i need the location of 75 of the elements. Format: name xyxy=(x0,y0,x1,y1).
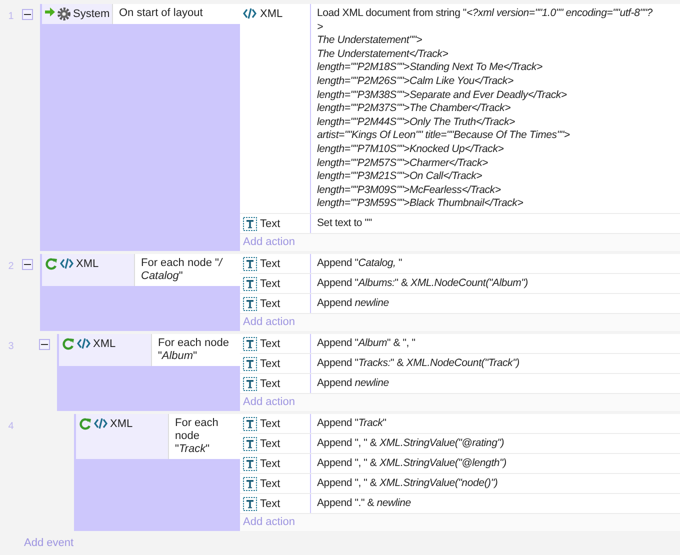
action-row[interactable]: Text Append "Albums:" & XML.NodeCount("Album") xyxy=(240,274,680,294)
action-row[interactable]: Text Append "Tracks:" & XML.NodeCount("Track") xyxy=(240,354,680,374)
action-text: Append "Tracks:" & XML.NodeCount("Track") xyxy=(310,354,680,373)
text-object-icon xyxy=(243,216,257,231)
line-number: 3 xyxy=(7,340,15,354)
object-name: Text xyxy=(260,456,280,471)
action-text: Set text to "" xyxy=(310,214,680,233)
object-name: System xyxy=(73,7,110,21)
arrow-icon xyxy=(45,7,55,17)
line-number: 1 xyxy=(7,10,15,24)
condition-text: On start of layout xyxy=(112,4,240,24)
text-object-icon xyxy=(243,436,257,451)
action-text: Append ", " & XML.StringValue("node()") xyxy=(310,474,680,493)
code-tag-icon xyxy=(60,256,74,270)
object-name: Text xyxy=(260,376,280,391)
code-tag-icon xyxy=(94,416,108,430)
object-name: Text xyxy=(260,436,280,451)
loop-icon xyxy=(62,336,75,350)
text-object-icon xyxy=(243,476,257,491)
action-text: Append "Catalog, " xyxy=(310,254,680,273)
action-row[interactable]: Text Append newline xyxy=(240,294,680,314)
action-row[interactable]: Text Append "Catalog, " xyxy=(240,254,680,274)
action-text: Append newline xyxy=(310,294,680,313)
action-text: Append newline xyxy=(310,374,680,393)
action-text: Append "Album" & ", " xyxy=(310,334,680,353)
action-row[interactable]: Text Append "." & newline xyxy=(240,494,680,514)
object-name: XML xyxy=(76,256,99,271)
text-object-icon xyxy=(243,276,257,291)
action-text: Append "Albums:" & XML.NodeCount("Album") xyxy=(310,274,680,293)
text-object-icon xyxy=(243,256,257,271)
object-name: XML xyxy=(110,416,133,431)
object-name: Text xyxy=(260,356,280,371)
object-name: Text xyxy=(260,276,280,291)
text-object-icon xyxy=(243,376,257,391)
action-row[interactable]: Text Append "Track" xyxy=(240,414,680,434)
text-object-icon xyxy=(243,416,257,431)
action-row[interactable]: Text Append ", " & XML.StringValue("node()") xyxy=(240,474,680,494)
object-name: Text xyxy=(260,216,280,231)
object-name: Text xyxy=(260,336,280,351)
action-text: Append "." & newline xyxy=(310,494,680,513)
action-row[interactable]: Text Append "Album" & ", " xyxy=(240,334,680,354)
gear-icon xyxy=(57,7,71,21)
action-text: Load XML document from string "<?xml version=""1.0"" encoding=""utf-8""? > The Understatement""> The Understatement</Track> length=""P2M18S"">Standing Next To Me</Track> length=""P2M26S"">Calm Like You</Track> length=""P3M38S"">Separate and Ever Deadly</Track> length=""P2M37S"">The Chamber</Track> length=""P2M44S"">Only The Truth</Track> artist=""Kings Of Leon"" title=""Because Of The Times""> length=""P7M10S"">Knocked Up</Track> length=""P2M57S"">Charmer</Track> length=""P3M21S"">On Call</Track> length=""P3M09S"">McFearless</Track> length=""P3M59S"">Black Thumbnail</Track> xyxy=(310,4,680,213)
action-row[interactable]: Text Append newline xyxy=(240,374,680,394)
object-name: XML xyxy=(260,7,283,21)
collapse-toggle[interactable] xyxy=(22,258,33,270)
collapse-toggle[interactable] xyxy=(39,338,50,350)
object-name: Text xyxy=(260,256,280,271)
text-object-icon xyxy=(243,496,257,511)
action-row[interactable]: Text Append ", " & XML.StringValue("@length") xyxy=(240,454,680,474)
text-object-icon xyxy=(243,336,257,351)
condition-text: For each node "Album" xyxy=(151,334,240,366)
loop-icon xyxy=(45,256,58,270)
object-name: Text xyxy=(260,476,280,491)
line-number: 4 xyxy=(7,420,15,434)
object-name: Text xyxy=(260,496,280,511)
text-object-icon xyxy=(243,356,257,371)
collapse-toggle[interactable] xyxy=(22,9,33,20)
object-name: Text xyxy=(260,296,280,311)
object-name: Text xyxy=(260,416,280,431)
object-name: XML xyxy=(93,336,116,351)
action-row[interactable] xyxy=(240,4,680,214)
code-tag-icon xyxy=(77,336,91,350)
action-row[interactable]: Text Set text to "" xyxy=(240,214,680,234)
action-text: Append "Track" xyxy=(310,414,680,433)
text-object-icon xyxy=(243,456,257,471)
action-row[interactable]: Text Append ", " & XML.StringValue("@rating") xyxy=(240,434,680,454)
condition-text: For each node "/ Catalog" xyxy=(134,254,240,286)
condition-text: For each node "Track" xyxy=(168,414,240,459)
action-text: Append ", " & XML.StringValue("@rating") xyxy=(310,434,680,453)
line-number: 2 xyxy=(7,260,15,274)
action-text: Append ", " & XML.StringValue("@length") xyxy=(310,454,680,473)
code-tag-icon xyxy=(243,7,257,20)
text-object-icon xyxy=(243,296,257,311)
loop-icon xyxy=(79,416,92,430)
